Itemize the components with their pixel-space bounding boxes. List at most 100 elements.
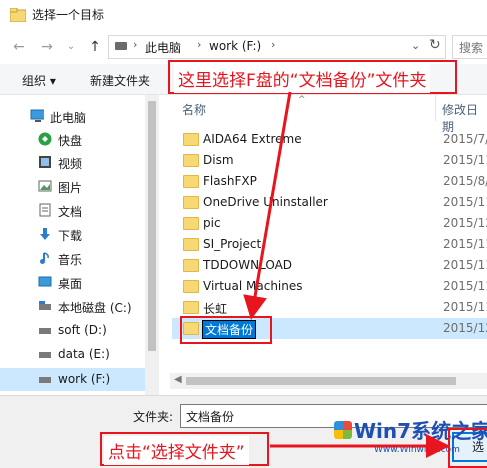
folder-icon	[183, 154, 199, 167]
file-name: Virtual Machines	[203, 279, 303, 293]
file-date: 2015/11	[443, 153, 487, 167]
folder-icon	[183, 217, 199, 230]
list-item[interactable]: Virtual Machines 2015/11	[172, 276, 487, 297]
file-name: Dism	[203, 153, 234, 167]
sidebar-item-drive-d[interactable]: soft (D:)	[0, 319, 145, 342]
list-item[interactable]: SI_Project 2015/11	[172, 234, 487, 255]
folder-icon	[183, 238, 199, 251]
sidebar-item-label: 图片	[58, 181, 83, 195]
search-input[interactable]: 搜索	[452, 35, 487, 59]
file-date: 2015/7/	[443, 132, 487, 146]
sidebar-scrollbar[interactable]	[145, 95, 159, 395]
drive-icon	[39, 352, 51, 358]
sidebar-item-documents[interactable]: 文档	[0, 199, 145, 222]
address-bar[interactable]: › 此电脑 › work (F:) › ⌄ ↻	[108, 35, 446, 59]
file-date: 2015/11	[443, 258, 487, 272]
organize-button[interactable]: 组织 ▾	[22, 72, 56, 89]
file-date: 2015/11	[443, 279, 487, 293]
horizontal-scrollbar[interactable]: ◀	[170, 373, 487, 389]
column-header-name[interactable]: 名称	[182, 101, 206, 118]
folder-icon	[183, 133, 199, 146]
windows-logo-icon	[334, 421, 352, 439]
drive-icon	[39, 377, 51, 383]
chevron-right-icon: ›	[133, 38, 138, 51]
scroll-left-icon[interactable]: ◀	[174, 374, 182, 385]
annotation-box	[180, 316, 272, 344]
forward-button[interactable]: →	[38, 38, 56, 56]
annotation-box	[448, 428, 487, 468]
folder-name-value: 文档备份	[186, 410, 235, 424]
new-folder-button[interactable]: 新建文件夹	[90, 72, 150, 89]
list-item[interactable]: 长虹 2015/11	[172, 297, 487, 318]
list-item[interactable]: pic 2015/12	[172, 213, 487, 234]
file-name: 长虹	[203, 302, 228, 316]
file-date: 2015/11	[443, 195, 487, 209]
file-date: 2015/11	[443, 300, 487, 314]
list-item[interactable]: AIDA64 Extreme 2015/7/	[172, 129, 487, 150]
sidebar-item-music[interactable]: 音乐	[0, 247, 145, 270]
file-name: pic	[203, 216, 221, 230]
recent-dropdown-icon[interactable]: ⌄	[62, 38, 80, 56]
sidebar-item-video[interactable]: 视频	[0, 151, 145, 174]
folder-field-label: 文件夹:	[133, 410, 174, 424]
list-item[interactable]: FlashFXP 2015/8/	[172, 171, 487, 192]
refresh-icon[interactable]: ↻	[429, 37, 441, 53]
scrollbar-thumb[interactable]	[148, 101, 156, 351]
folder-icon	[183, 196, 199, 209]
pictures-icon	[38, 180, 52, 192]
watermark: Win7系统之家 Www.Winwin7.com	[334, 413, 487, 463]
sidebar-item-drive-f[interactable]: work (F:)	[0, 368, 145, 391]
app-icon	[9, 7, 27, 23]
list-item[interactable]: OneDrive Uninstaller 2015/11	[172, 192, 487, 213]
sidebar-item-downloads[interactable]: 下载	[0, 223, 145, 246]
file-name: SI_Project	[203, 237, 262, 251]
sidebar-item-label: 快盘	[58, 134, 83, 148]
scrollbar-thumb[interactable]	[186, 377, 456, 385]
up-button[interactable]: ↑	[86, 38, 104, 56]
back-button[interactable]: ←	[10, 38, 28, 56]
sidebar-item-label: 下载	[58, 229, 83, 243]
sidebar-item-kuaipan[interactable]: 快盘	[0, 128, 145, 151]
file-date: 2015/8/	[443, 174, 487, 188]
drive-icon	[115, 42, 127, 50]
file-name: TDDOWNLOAD	[203, 258, 293, 272]
sidebar-item-label: 本地磁盘 (C:)	[58, 301, 132, 315]
sidebar-item-drive-c[interactable]: 本地磁盘 (C:)	[0, 295, 145, 318]
sidebar-item-desktop[interactable]: 桌面	[0, 271, 145, 294]
video-icon	[39, 156, 51, 168]
chevron-right-icon: ›	[197, 38, 202, 51]
desktop-icon	[38, 276, 52, 287]
title-bar: 选择一个目标	[0, 0, 487, 30]
sidebar-item-label: 桌面	[58, 277, 83, 291]
list-item[interactable]: TDDOWNLOAD 2015/11	[172, 255, 487, 276]
sidebar-item-pictures[interactable]: 图片	[0, 175, 145, 198]
chevron-down-icon[interactable]: ⌄	[411, 39, 420, 52]
breadcrumb-this-pc[interactable]: 此电脑	[145, 39, 181, 56]
file-name: AIDA64 Extreme	[203, 132, 302, 146]
drive-icon	[39, 328, 51, 334]
annotation-bottom-callout: 点击“选择文件夹”	[104, 436, 249, 465]
annotation-top-callout: 这里选择F盘的“文档备份”文件夹	[174, 64, 431, 93]
sidebar-item-label: 文档	[58, 205, 83, 219]
kuaipan-icon	[38, 132, 52, 146]
sidebar-item-label: 音乐	[58, 253, 83, 267]
file-date: 2015/11	[443, 237, 487, 251]
breadcrumb-work-drive[interactable]: work (F:)	[209, 39, 261, 53]
sidebar-item-drive-e[interactable]: data (E:)	[0, 343, 145, 366]
sort-up-icon: ^	[298, 95, 306, 105]
chevron-right-icon: ›	[271, 38, 276, 51]
music-icon	[40, 252, 49, 264]
search-placeholder: 搜索	[459, 41, 484, 55]
folder-icon	[183, 175, 199, 188]
list-item[interactable]: Dism 2015/11	[172, 150, 487, 171]
sidebar-item-label: data (E:)	[58, 347, 110, 361]
column-divider[interactable]	[435, 95, 436, 121]
drive-icon	[39, 301, 51, 310]
window-title: 选择一个目标	[32, 8, 105, 22]
downloads-icon	[40, 228, 50, 240]
sidebar-item-this-pc[interactable]: 此电脑	[0, 105, 145, 128]
computer-icon	[30, 109, 44, 122]
sidebar-item-label: work (F:)	[58, 372, 111, 386]
folder-icon	[183, 259, 199, 272]
file-name: FlashFXP	[203, 174, 257, 188]
